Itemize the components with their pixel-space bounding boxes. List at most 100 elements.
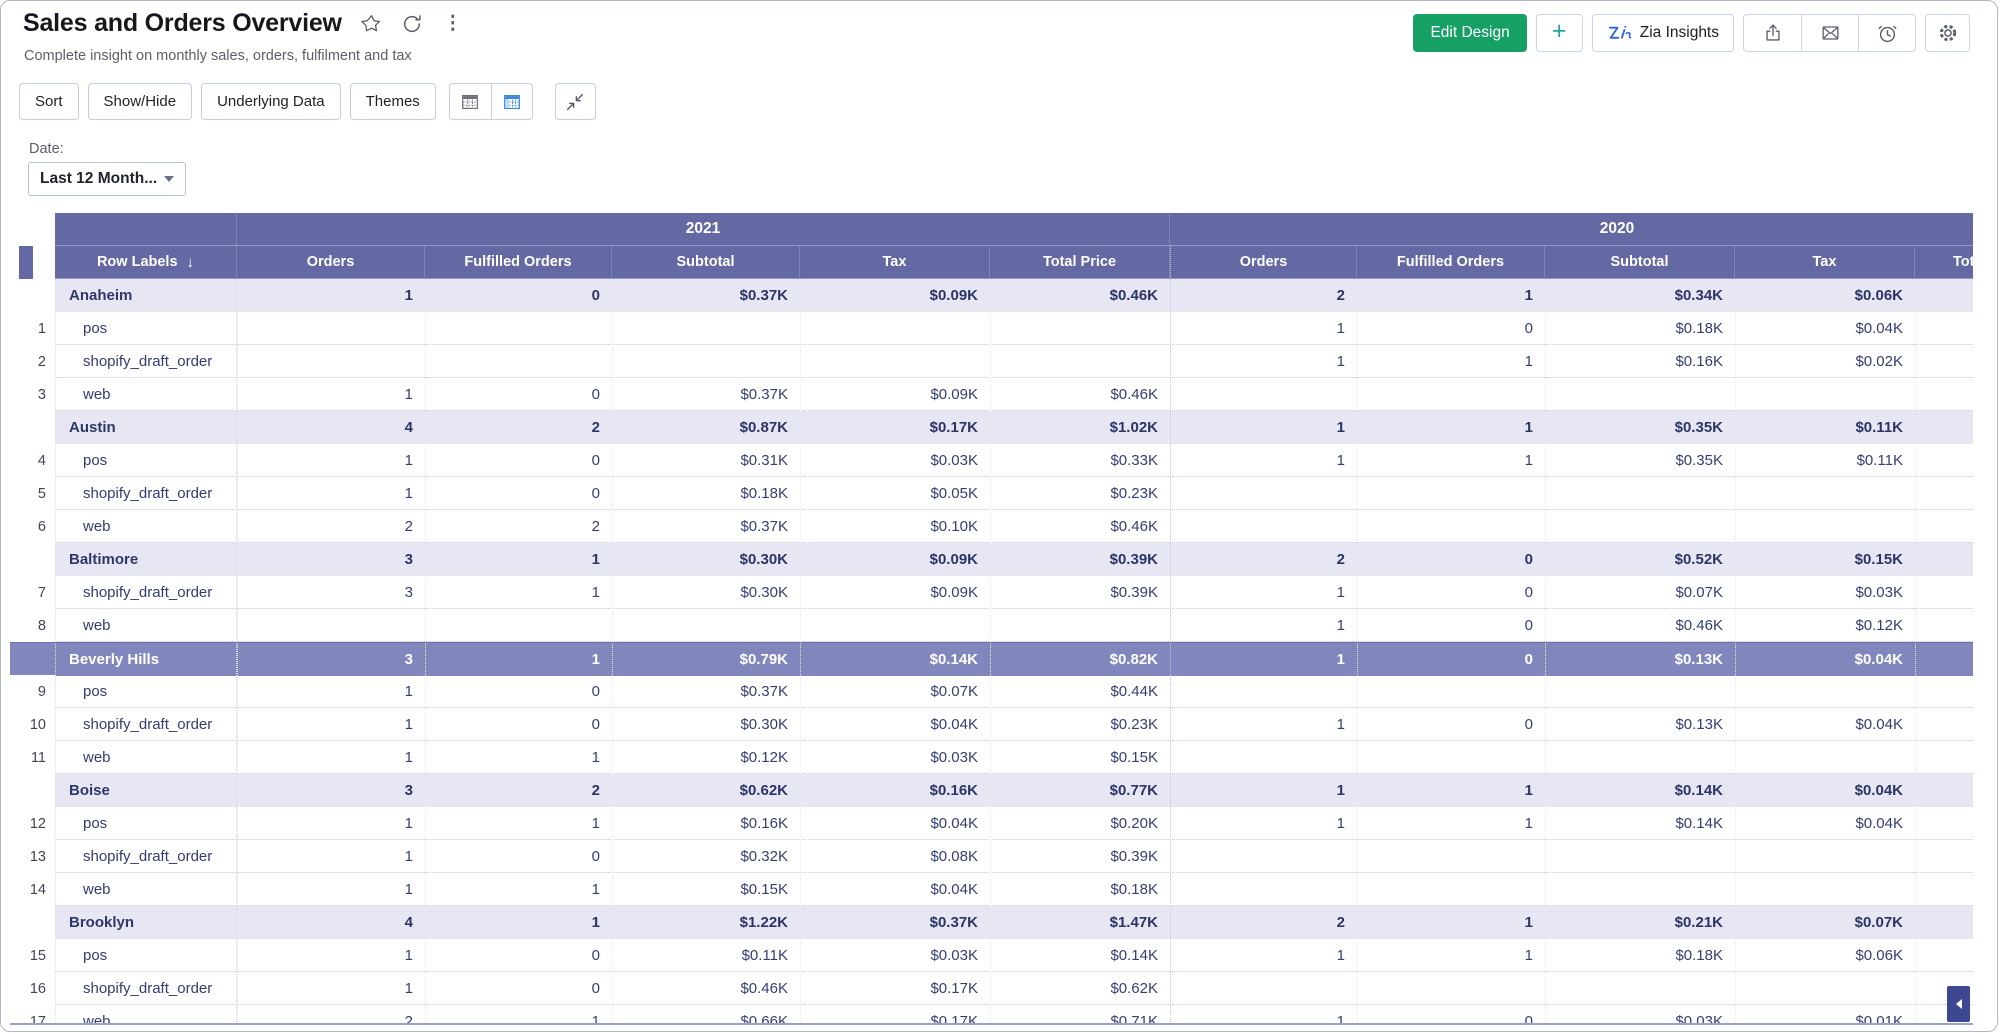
value-cell-2021[interactable]: $0.30K [612,543,800,576]
value-cell-2020[interactable] [1357,741,1545,774]
measure-header-2021-fulfilled-orders[interactable]: Fulfilled Orders [425,246,612,279]
value-cell-2021[interactable]: $0.62K [612,774,800,807]
value-cell-2020[interactable] [1915,576,1973,609]
value-cell-2021[interactable]: $0.20K [990,807,1170,840]
row-label-cell[interactable]: web [55,1005,237,1025]
value-cell-2021[interactable] [425,609,612,642]
value-cell-2020[interactable] [1545,675,1735,708]
value-cell-2021[interactable]: $0.10K [800,510,990,543]
row-label-cell[interactable]: shopify_draft_order [55,345,237,378]
value-cell-2020[interactable]: $0.04K [1735,643,1915,676]
value-cell-2020[interactable] [1915,873,1973,906]
value-cell-2021[interactable]: 1 [237,279,425,312]
value-cell-2020[interactable]: $0.35K [1545,411,1735,444]
row-label-cell[interactable]: Austin [55,411,237,444]
email-icon[interactable] [1801,15,1858,51]
value-cell-2021[interactable]: $0.12K [612,741,800,774]
value-cell-2020[interactable]: $0.07K [1735,906,1915,939]
value-cell-2021[interactable]: 3 [237,576,425,609]
value-cell-2021[interactable]: 0 [425,708,612,741]
value-cell-2020[interactable]: 0 [1357,708,1545,741]
measure-header-2021-orders[interactable]: Orders [237,246,425,279]
value-cell-2020[interactable]: $0.18K [1545,939,1735,972]
value-cell-2020[interactable]: 2 [1170,543,1357,576]
value-cell-2021[interactable]: $0.46K [612,972,800,1005]
value-cell-2020[interactable]: 1 [1357,906,1545,939]
value-cell-2021[interactable]: $0.87K [612,411,800,444]
value-cell-2021[interactable]: $1.02K [990,411,1170,444]
value-cell-2020[interactable]: 1 [1357,939,1545,972]
value-cell-2020[interactable] [1170,477,1357,510]
value-cell-2020[interactable] [1735,873,1915,906]
value-cell-2021[interactable]: 1 [237,378,425,411]
value-cell-2020[interactable]: $0.52K [1545,543,1735,576]
measure-header-2020-tax[interactable]: Tax [1735,246,1915,279]
value-cell-2020[interactable]: $0.12K [1735,609,1915,642]
value-cell-2021[interactable] [612,312,800,345]
row-label-cell[interactable]: pos [55,444,237,477]
value-cell-2020[interactable] [1915,840,1973,873]
value-cell-2021[interactable]: $0.23K [990,477,1170,510]
refresh-icon[interactable] [400,12,424,36]
value-cell-2020[interactable]: $0.14K [1545,774,1735,807]
value-cell-2021[interactable]: $0.14K [990,939,1170,972]
value-cell-2020[interactable]: 1 [1357,774,1545,807]
value-cell-2020[interactable] [1545,378,1735,411]
row-label-cell[interactable]: web [55,609,237,642]
value-cell-2021[interactable]: 1 [237,939,425,972]
value-cell-2020[interactable] [1170,675,1357,708]
value-cell-2020[interactable]: 1 [1357,807,1545,840]
value-cell-2021[interactable]: $0.66K [612,1005,800,1025]
value-cell-2020[interactable] [1915,741,1973,774]
value-cell-2020[interactable]: $0.07K [1545,576,1735,609]
measure-header-2021-subtotal[interactable]: Subtotal [612,246,800,279]
value-cell-2020[interactable] [1915,675,1973,708]
value-cell-2021[interactable]: 1 [425,741,612,774]
value-cell-2021[interactable]: $0.18K [612,477,800,510]
value-cell-2021[interactable]: 0 [425,840,612,873]
value-cell-2020[interactable]: 0 [1357,609,1545,642]
value-cell-2021[interactable]: $0.07K [800,675,990,708]
value-cell-2021[interactable]: $0.71K [990,1005,1170,1025]
row-label-cell[interactable]: Baltimore [55,543,237,576]
value-cell-2021[interactable] [990,345,1170,378]
value-cell-2021[interactable]: $0.09K [800,279,990,312]
zia-insights-button[interactable]: Zia Insights [1592,14,1734,52]
value-cell-2020[interactable] [1170,840,1357,873]
value-cell-2020[interactable] [1545,840,1735,873]
row-labels-header[interactable]: Row Labels↓ [55,246,237,279]
value-cell-2021[interactable]: 2 [425,411,612,444]
value-cell-2021[interactable]: $0.39K [990,840,1170,873]
value-cell-2020[interactable]: $0.03K [1545,1005,1735,1025]
value-cell-2021[interactable]: 3 [237,643,425,676]
value-cell-2021[interactable]: $0.37K [612,510,800,543]
value-cell-2021[interactable]: 1 [425,906,612,939]
value-cell-2020[interactable] [1357,840,1545,873]
value-cell-2021[interactable]: $0.08K [800,840,990,873]
value-cell-2020[interactable]: 2 [1170,906,1357,939]
value-cell-2021[interactable]: $1.47K [990,906,1170,939]
value-cell-2020[interactable]: $0.13K [1545,708,1735,741]
row-label-cell[interactable]: web [55,741,237,774]
schedule-alarm-icon[interactable] [1858,15,1915,51]
value-cell-2020[interactable] [1170,873,1357,906]
value-cell-2021[interactable]: $0.18K [990,873,1170,906]
value-cell-2020[interactable]: 1 [1170,312,1357,345]
value-cell-2021[interactable]: 1 [425,1005,612,1025]
value-cell-2020[interactable] [1915,279,1973,312]
value-cell-2020[interactable]: 1 [1357,345,1545,378]
value-cell-2021[interactable] [800,609,990,642]
value-cell-2020[interactable]: 0 [1357,1005,1545,1025]
value-cell-2021[interactable]: 0 [425,939,612,972]
value-cell-2021[interactable] [237,312,425,345]
scroll-left-button[interactable] [1947,986,1970,1022]
value-cell-2021[interactable] [612,345,800,378]
value-cell-2021[interactable] [800,312,990,345]
pivot-table-view-icon[interactable] [491,84,532,119]
value-cell-2020[interactable]: $0.18K [1545,312,1735,345]
value-cell-2020[interactable] [1357,477,1545,510]
value-cell-2021[interactable]: 1 [425,543,612,576]
value-cell-2020[interactable] [1915,609,1973,642]
row-label-cell[interactable]: web [55,510,237,543]
value-cell-2021[interactable]: 2 [425,510,612,543]
